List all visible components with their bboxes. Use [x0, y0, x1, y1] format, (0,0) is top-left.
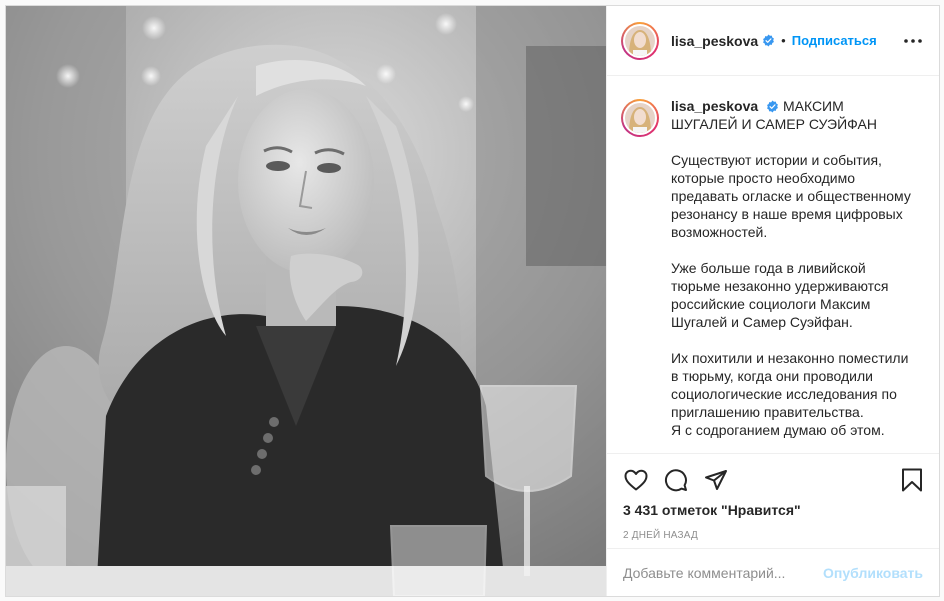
- comment-icon[interactable]: [663, 467, 689, 493]
- caption-username-link[interactable]: lisa_peskova: [671, 98, 758, 114]
- bookmark-icon[interactable]: [899, 467, 925, 493]
- post-photo[interactable]: [6, 6, 606, 596]
- caption-avatar-frame: [623, 101, 657, 135]
- caption-scroll-area[interactable]: lisa_peskova МАКСИМ ШУГАЛЕЙ И САМЕР СУЭЙ…: [607, 77, 939, 453]
- publish-button[interactable]: Опубликовать: [823, 565, 923, 581]
- more-options-icon[interactable]: [901, 29, 925, 53]
- verified-badge-icon: [762, 34, 775, 47]
- follow-button[interactable]: Подписаться: [792, 33, 877, 48]
- caption-last-line: Я с содроганием думаю об этом.: [671, 422, 885, 438]
- caption-headline-line: lisa_peskova МАКСИМ ШУГАЛЕЙ И САМЕР СУЭЙ…: [671, 97, 911, 133]
- comment-bar: Опубликовать: [607, 548, 939, 596]
- post-dialog: lisa_peskova • Подписаться lisa_peskova …: [5, 5, 940, 597]
- caption-avatar-image: [625, 103, 655, 133]
- avatar-frame: [623, 23, 657, 58]
- heart-icon[interactable]: [623, 467, 649, 493]
- caption-paragraph: Уже больше года в ливийской тюрьме незак…: [671, 260, 889, 330]
- post-side-panel: lisa_peskova • Подписаться lisa_peskova …: [606, 6, 939, 596]
- username-link[interactable]: lisa_peskova: [671, 33, 758, 49]
- caption-paragraph-last: Их похитили и незаконно поместили в тюрь…: [671, 349, 911, 439]
- caption-verified-badge-icon: [766, 100, 779, 113]
- post-timestamp[interactable]: 2 дней назад: [623, 530, 923, 541]
- post-actions: 3 431 отметок "Нравится" 2 дней назад: [607, 453, 939, 548]
- caption-paragraph: Существуют истории и события, которые пр…: [671, 152, 911, 240]
- caption-avatar[interactable]: [621, 99, 659, 137]
- caption-text: lisa_peskova МАКСИМ ШУГАЛЕЙ И САМЕР СУЭЙ…: [671, 97, 911, 439]
- action-icons-row: [623, 454, 923, 502]
- share-icon[interactable]: [703, 467, 729, 493]
- caption-comment: lisa_peskova МАКСИМ ШУГАЛЕЙ И САМЕР СУЭЙ…: [621, 97, 923, 439]
- likes-count[interactable]: 3 431 отметок "Нравится": [623, 502, 923, 518]
- avatar-image: [625, 25, 655, 56]
- avatar[interactable]: [621, 21, 659, 60]
- caption-paragraph: Их похитили и незаконно поместили в тюрь…: [671, 350, 909, 420]
- comment-input[interactable]: [623, 564, 824, 581]
- separator-dot: •: [781, 33, 786, 48]
- post-header: lisa_peskova • Подписаться: [607, 6, 939, 76]
